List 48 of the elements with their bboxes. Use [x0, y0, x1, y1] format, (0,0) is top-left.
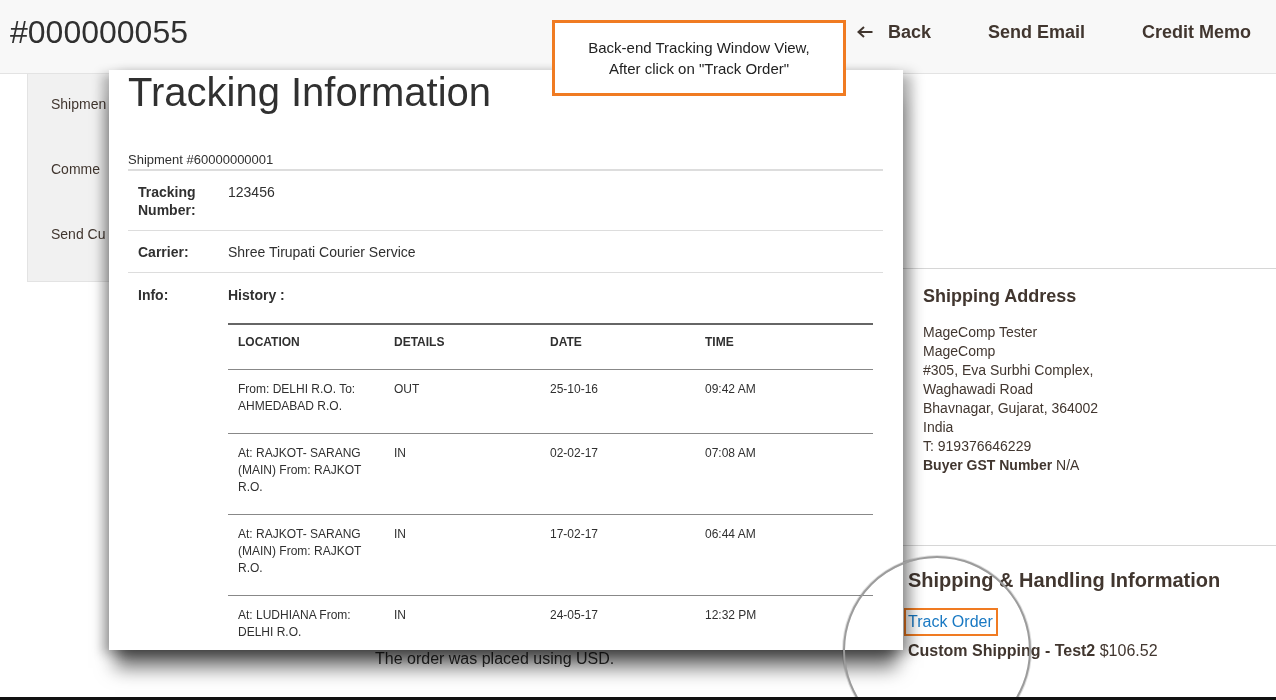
column-header: TIME [695, 324, 873, 370]
table-cell: 17-02-17 [540, 514, 695, 596]
order-currency-note: The order was placed using USD. [375, 651, 616, 667]
address-line: MageComp [923, 342, 997, 361]
table-cell: At: RAJKOT- SARANG (MAIN) From: RAJKOT R.O. [228, 514, 384, 596]
field-value: 123456 [228, 183, 276, 202]
table-cell: OUT [384, 369, 540, 434]
address-line: India [923, 418, 955, 437]
table-cell: 25-10-16 [540, 369, 695, 434]
column-header: LOCATION [228, 324, 384, 370]
action-button[interactable]: Send Email [987, 20, 1085, 44]
action-button[interactable]: Credit Memo [1142, 20, 1251, 44]
address-line: Waghawadi Road [923, 380, 1034, 399]
page-title: #000000055 [10, 13, 188, 52]
table-cell: 12:32 PM [695, 595, 873, 650]
address-line: #305, Eva Surbhi Complex, [923, 361, 1095, 380]
table-cell: From: DELHI R.O. To: AHMEDABAD R.O. [228, 369, 384, 434]
back-button[interactable]: Back [856, 20, 931, 44]
annotation-callout: Back-end Tracking Window View, After click on "Track Order" [552, 20, 846, 96]
field-label: Tracking Number: [138, 183, 197, 219]
history-heading: History : [228, 286, 286, 304]
field-value: Shree Tirupati Courier Service [228, 243, 417, 261]
field-label: Carrier: [138, 243, 190, 261]
table-cell: 09:42 AM [695, 369, 873, 434]
table-cell: At: RAJKOT- SARANG (MAIN) From: RAJKOT R.O. [228, 433, 384, 515]
sidebar-tab[interactable]: Comme [51, 159, 100, 179]
shipment-number: Shipment #60000000001 [128, 151, 883, 171]
sidebar-tab[interactable]: Send Cu [51, 224, 106, 244]
address-line: Bhavnagar, Gujarat, 364002 [923, 399, 1100, 418]
table-cell: 02-02-17 [540, 433, 695, 515]
section-title: Shipping Address [923, 285, 1078, 308]
address-line: T: 919376646229 [923, 437, 1033, 456]
column-header: DATE [540, 324, 695, 370]
left-arrow-icon [856, 26, 873, 38]
gst-number-line: Buyer GST Number N/A [923, 456, 1081, 475]
table-cell: IN [384, 433, 540, 515]
field-label: Info: [138, 286, 170, 305]
address-line: MageComp Tester [923, 323, 1039, 342]
table-cell: IN [384, 595, 540, 650]
table-cell: 24-05-17 [540, 595, 695, 650]
table-cell: 07:08 AM [695, 433, 873, 515]
table-cell: IN [384, 514, 540, 596]
table-cell: At: LUDHIANA From: DELHI R.O. [228, 595, 384, 650]
table-cell: 06:44 AM [695, 514, 873, 596]
shipping-method-text: Custom Shipping - Test2 $106.52 [908, 642, 1159, 660]
track-order-link[interactable]: Track Order [908, 610, 993, 634]
sidebar-tab[interactable]: Shipmen [51, 94, 107, 114]
column-header: DETAILS [384, 324, 540, 370]
